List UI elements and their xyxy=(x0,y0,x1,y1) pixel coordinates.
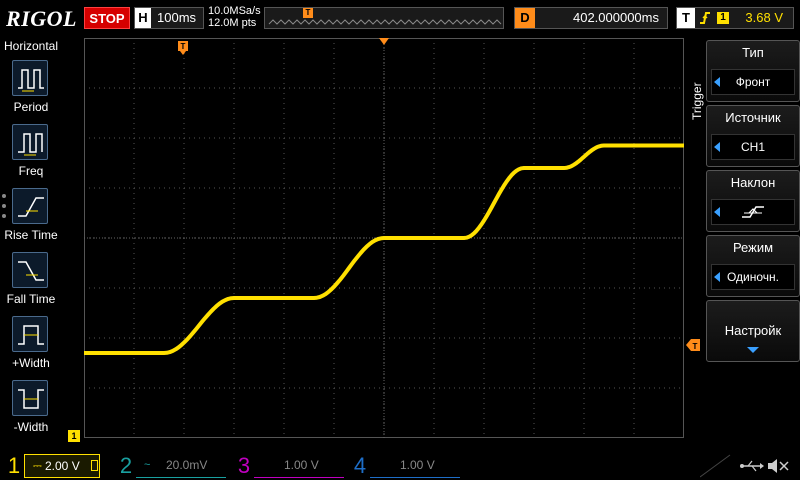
center-delay-marker xyxy=(379,38,389,45)
ch4-scale: 1.00 V xyxy=(400,458,435,472)
memory-depth: 12.0M pts xyxy=(208,17,257,29)
trigger-menu-title: Trigger xyxy=(690,82,704,120)
rising-edge-icon xyxy=(742,206,764,218)
trigger-source-value: CH1 xyxy=(711,134,795,160)
horizontal-measure-menu: Horizontal Period Freq Rise Time Fall Ti… xyxy=(0,36,62,450)
rise-time-label: Rise Time xyxy=(4,228,58,242)
rise-time-icon xyxy=(12,188,48,224)
trigger-settings-button[interactable]: Настройк xyxy=(706,300,800,362)
trigger-settings-heading: Настройк xyxy=(724,323,782,338)
trigger-source-button[interactable]: Источник CH1 xyxy=(706,105,800,167)
channel-status-bar: 1 ⎓ 2.00 V 2 ~ 20.0mV 3 1.00 V 4 1.00 V xyxy=(0,450,800,480)
graticule xyxy=(84,38,684,438)
measure-negative-width-button[interactable]: -Width xyxy=(0,380,62,442)
chevron-down-icon xyxy=(747,347,759,353)
trigger-sweep-value: Одиночн. xyxy=(711,264,795,290)
fall-time-icon xyxy=(12,252,48,288)
period-icon xyxy=(12,60,48,96)
brand-logo: RIGOL xyxy=(6,6,77,31)
ch3-status[interactable]: 3 1.00 V xyxy=(234,454,344,478)
waveform-display[interactable] xyxy=(84,38,684,438)
memory-overview-wave xyxy=(268,19,502,25)
fall-time-label: Fall Time xyxy=(6,292,56,306)
measure-period-button[interactable]: Period xyxy=(0,60,62,122)
trigger-type-value: Фронт xyxy=(711,69,795,95)
dc-coupling-icon: ⎓ xyxy=(33,460,42,472)
ch2-scale: 20.0mV xyxy=(166,458,208,472)
horizontal-timebase[interactable]: H 100ms xyxy=(134,7,204,29)
horizontal-delay[interactable]: D 402.000000ms xyxy=(514,7,668,29)
trigger-source-badge: 1 xyxy=(717,12,729,24)
negative-width-label: -Width xyxy=(13,420,49,434)
trigger-source-heading: Источник xyxy=(725,110,781,125)
ch2-status[interactable]: 2 ~ 20.0mV xyxy=(116,454,226,478)
ac-coupling-icon: ~ xyxy=(144,459,151,471)
positive-width-label: +Width xyxy=(12,356,50,370)
memory-trigger-marker: T xyxy=(303,8,313,18)
ch4-status[interactable]: 4 1.00 V xyxy=(350,454,460,478)
ch1-scale: 2.00 V xyxy=(45,459,80,473)
selector-arrow-icon xyxy=(714,142,720,152)
trigger-slope-heading: Наклон xyxy=(730,175,776,190)
trigger-level-value: 3.68 V xyxy=(745,10,783,25)
measure-frequency-button[interactable]: Freq xyxy=(0,124,62,186)
selector-arrow-icon xyxy=(714,77,720,87)
trigger-status[interactable]: T 1 3.68 V xyxy=(676,7,794,29)
ch3-scale: 1.00 V xyxy=(284,458,319,472)
ch1-status[interactable]: 1 ⎓ 2.00 V xyxy=(4,454,104,478)
trigger-label: T xyxy=(677,8,695,28)
horizontal-label: H xyxy=(135,8,151,28)
sample-rate: 10.0MSa/s xyxy=(208,5,261,17)
run-stop-button[interactable]: STOP xyxy=(84,7,130,29)
mute-icon xyxy=(768,459,789,473)
bandwidth-limit-icon xyxy=(91,460,98,471)
trigger-position-letter: T xyxy=(181,42,186,51)
positive-width-icon xyxy=(12,316,48,352)
acquisition-info: 10.0MSa/s 12.0M pts xyxy=(208,5,261,29)
trigger-sweep-heading: Режим xyxy=(732,240,774,255)
ch3-info: 1.00 V xyxy=(254,454,344,478)
measure-fall-time-button[interactable]: Fall Time xyxy=(0,252,62,314)
ch4-number: 4 xyxy=(353,453,367,478)
measure-rise-time-button[interactable]: Rise Time xyxy=(0,188,62,250)
timebase-value: 100ms xyxy=(157,10,197,25)
trigger-sweep-mode-button[interactable]: Режим Одиночн. xyxy=(706,235,800,297)
ch3-number: 3 xyxy=(237,453,251,478)
rising-edge-icon xyxy=(699,9,711,32)
ch2-number: 2 xyxy=(119,453,133,478)
trigger-position-marker[interactable]: T xyxy=(178,41,188,55)
selector-arrow-icon xyxy=(714,207,720,217)
top-status-bar: RIGOL STOP H 100ms 10.0MSa/s 12.0M pts T … xyxy=(0,0,800,36)
trigger-type-heading: Тип xyxy=(742,45,764,60)
ch1-info: ⎓ 2.00 V xyxy=(24,454,100,478)
freq-label: Freq xyxy=(18,164,44,178)
left-menu-title: Horizontal xyxy=(3,39,59,53)
frequency-icon xyxy=(12,124,48,160)
negative-width-icon xyxy=(12,380,48,416)
memory-waveform-overview[interactable] xyxy=(264,7,504,29)
selector-arrow-icon xyxy=(714,272,720,282)
ch1-number: 1 xyxy=(7,453,21,478)
trigger-type-button[interactable]: Тип Фронт xyxy=(706,40,800,102)
ch2-info: ~ 20.0mV xyxy=(136,454,226,478)
trigger-menu: Trigger Тип Фронт Источник CH1 Наклон Ре… xyxy=(688,38,800,434)
trigger-slope-button[interactable]: Наклон xyxy=(706,170,800,232)
ch4-info: 1.00 V xyxy=(370,454,460,478)
measure-positive-width-button[interactable]: +Width xyxy=(0,316,62,378)
period-label: Period xyxy=(13,100,49,114)
usb-icon xyxy=(740,460,764,472)
trigger-slope-value xyxy=(711,199,795,225)
delay-label: D xyxy=(515,8,535,28)
system-icons xyxy=(699,454,796,478)
delay-value: 402.000000ms xyxy=(572,10,659,25)
ch1-ground-marker[interactable]: 1 xyxy=(68,430,80,442)
